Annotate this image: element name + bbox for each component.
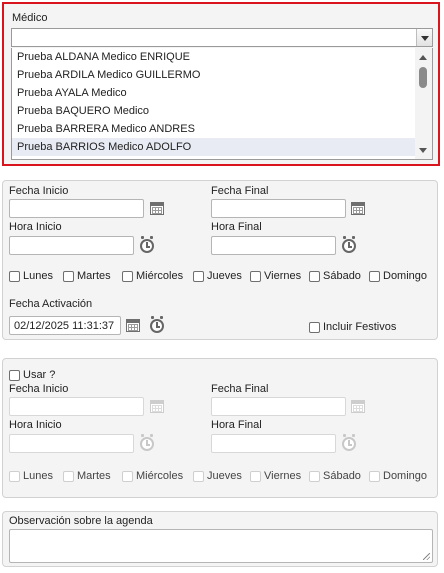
fecha-final-label-2: Fecha Final bbox=[211, 383, 269, 395]
day-checkbox-domingo[interactable]: Domingo bbox=[369, 270, 427, 282]
day-label: Miércoles bbox=[136, 270, 184, 282]
day-label: Jueves bbox=[207, 270, 242, 282]
day-checkbox-martes-2[interactable]: Martes bbox=[63, 470, 111, 482]
day-label: Viernes bbox=[264, 470, 302, 482]
day-checkbox-martes[interactable]: Martes bbox=[63, 270, 111, 282]
fecha-final-input[interactable] bbox=[211, 199, 346, 218]
calendar-icon[interactable] bbox=[351, 202, 365, 215]
day-checkbox-lunes-2[interactable]: Lunes bbox=[9, 470, 53, 482]
calendar-icon[interactable] bbox=[351, 400, 365, 413]
medico-option[interactable]: Prueba BARRERA Medico ANDRES bbox=[12, 120, 416, 138]
hora-final-input-2[interactable] bbox=[211, 434, 336, 453]
day-checkbox-viernes-2[interactable]: Viernes bbox=[250, 470, 301, 482]
fecha-inicio-label: Fecha Inicio bbox=[9, 185, 69, 197]
hora-inicio-input-2[interactable] bbox=[9, 434, 134, 453]
day-label: Jueves bbox=[207, 470, 242, 482]
schedule-panel-1: Fecha Inicio Fecha Final Hora Inicio Hor… bbox=[2, 180, 438, 340]
day-label: Martes bbox=[77, 470, 111, 482]
hora-final-label: Hora Final bbox=[211, 221, 262, 233]
medico-option[interactable]: Prueba ARDILA Medico GUILLERMO bbox=[12, 66, 416, 84]
calendar-icon[interactable] bbox=[150, 400, 164, 413]
hora-inicio-label: Hora Inicio bbox=[9, 221, 62, 233]
medico-option[interactable]: Prueba AYALA Medico bbox=[12, 84, 416, 102]
scroll-up-icon[interactable] bbox=[419, 55, 427, 60]
incluir-festivos-checkbox[interactable]: Incluir Festivos bbox=[309, 321, 396, 333]
medico-options-list[interactable]: Prueba ALDANA Medico ENRIQUE Prueba ARDI… bbox=[11, 48, 433, 160]
day-checkbox-viernes[interactable]: Viernes bbox=[250, 270, 301, 282]
fecha-inicio-label-2: Fecha Inicio bbox=[9, 383, 69, 395]
dropdown-button[interactable] bbox=[416, 29, 432, 46]
scroll-down-icon[interactable] bbox=[419, 148, 427, 153]
clock-icon[interactable] bbox=[342, 236, 356, 253]
day-label: Domingo bbox=[383, 470, 428, 482]
observacion-label: Observación sobre la agenda bbox=[9, 515, 153, 527]
day-checkbox-miercoles-2[interactable]: Miércoles bbox=[122, 470, 183, 482]
calendar-icon[interactable] bbox=[150, 202, 164, 215]
day-checkbox-sabado[interactable]: Sábado bbox=[309, 270, 361, 282]
day-checkbox-lunes[interactable]: Lunes bbox=[9, 270, 53, 282]
day-label: Sábado bbox=[323, 270, 361, 282]
usar-label: Usar ? bbox=[23, 369, 56, 381]
day-label: Lunes bbox=[23, 470, 53, 482]
clock-icon[interactable] bbox=[140, 434, 154, 451]
observacion-panel: Observación sobre la agenda bbox=[2, 511, 438, 567]
medico-select[interactable] bbox=[11, 28, 433, 47]
options-scrollbar[interactable] bbox=[415, 48, 432, 159]
calendar-icon[interactable] bbox=[126, 319, 140, 332]
hora-inicio-label-2: Hora Inicio bbox=[9, 419, 62, 431]
fecha-inicio-input[interactable] bbox=[9, 199, 144, 218]
day-label: Martes bbox=[77, 270, 111, 282]
clock-icon[interactable] bbox=[342, 434, 356, 451]
fecha-inicio-input-2[interactable] bbox=[9, 397, 144, 416]
day-label: Lunes bbox=[23, 270, 53, 282]
day-checkbox-miercoles[interactable]: Miércoles bbox=[122, 270, 183, 282]
day-label: Domingo bbox=[383, 270, 428, 282]
medico-label: Médico bbox=[12, 12, 48, 24]
fecha-activacion-label: Fecha Activación bbox=[9, 298, 93, 310]
medico-option[interactable]: Prueba ALDANA Medico ENRIQUE bbox=[12, 48, 416, 66]
day-checkbox-domingo-2[interactable]: Domingo bbox=[369, 470, 427, 482]
clock-icon[interactable] bbox=[140, 236, 154, 253]
day-label: Viernes bbox=[264, 270, 302, 282]
incluir-festivos-label: Incluir Festivos bbox=[323, 321, 397, 333]
day-label: Sábado bbox=[323, 470, 361, 482]
day-label: Miércoles bbox=[136, 470, 184, 482]
medico-option[interactable]: Prueba BAQUERO Medico bbox=[12, 102, 416, 120]
hora-inicio-input[interactable] bbox=[9, 236, 134, 255]
day-checkbox-jueves-2[interactable]: Jueves bbox=[193, 470, 242, 482]
medico-panel: Médico Prueba ALDANA Medico ENRIQUE Prue… bbox=[2, 2, 440, 166]
resize-grip-icon[interactable] bbox=[423, 553, 430, 560]
scroll-thumb[interactable] bbox=[419, 67, 427, 88]
hora-final-label-2: Hora Final bbox=[211, 419, 262, 431]
observacion-textarea[interactable] bbox=[9, 529, 433, 563]
usar-checkbox[interactable]: Usar ? bbox=[9, 369, 55, 381]
day-checkbox-jueves[interactable]: Jueves bbox=[193, 270, 242, 282]
clock-icon[interactable] bbox=[150, 316, 164, 333]
fecha-final-input-2[interactable] bbox=[211, 397, 346, 416]
fecha-activacion-input[interactable] bbox=[9, 316, 121, 335]
day-checkbox-sabado-2[interactable]: Sábado bbox=[309, 470, 361, 482]
medico-option-highlighted[interactable]: Prueba BARRIOS Medico ADOLFO bbox=[12, 138, 416, 156]
schedule-panel-2: Usar ? Fecha Inicio Fecha Final Hora Ini… bbox=[2, 358, 438, 498]
chevron-down-icon bbox=[421, 36, 429, 41]
fecha-final-label: Fecha Final bbox=[211, 185, 269, 197]
hora-final-input[interactable] bbox=[211, 236, 336, 255]
